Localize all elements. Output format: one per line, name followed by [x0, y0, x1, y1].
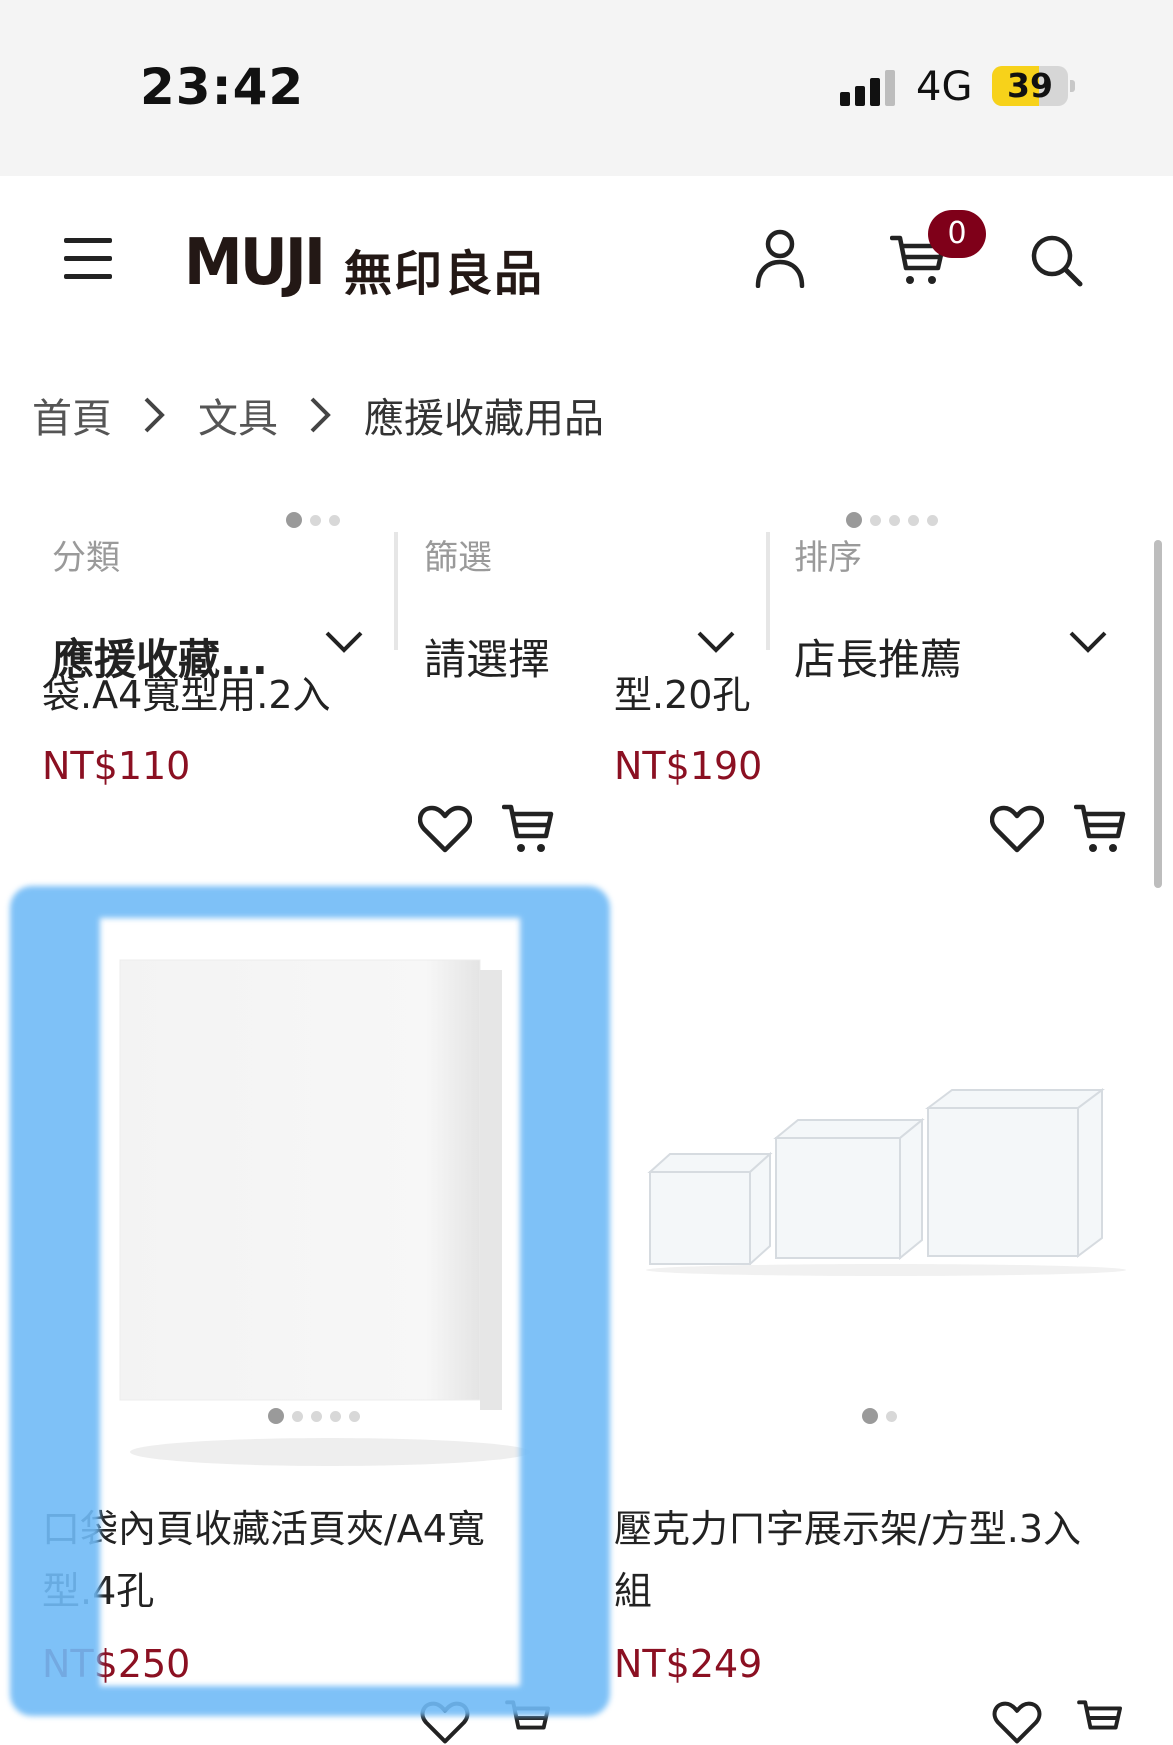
- add-to-cart-icon[interactable]: [1074, 1698, 1126, 1745]
- product-name[interactable]: 壓克力ㄇ字展示架/方型.3入: [614, 1498, 1081, 1560]
- filter-label: 篩選: [424, 538, 492, 578]
- product-price: NT$250: [42, 1642, 191, 1686]
- logo-en[interactable]: MUJI: [184, 226, 326, 300]
- search-icon[interactable]: [1030, 234, 1084, 288]
- product-name[interactable]: 口袋內頁收藏活頁夾/A4寬: [42, 1498, 485, 1560]
- add-to-cart-icon[interactable]: [502, 1698, 554, 1745]
- menu-icon[interactable]: [64, 238, 112, 280]
- breadcrumb-home[interactable]: 首頁: [32, 386, 112, 444]
- logo-cn[interactable]: 無印良品: [344, 234, 544, 304]
- filter-label: 排序: [794, 538, 862, 578]
- image-carousel-dots: [286, 512, 340, 528]
- breadcrumb-current: 應援收藏用品: [364, 396, 604, 442]
- image-carousel-dots: [862, 1408, 897, 1424]
- refine-filter[interactable]: 篩選 請選擇: [424, 530, 744, 684]
- chevron-down-icon: [697, 631, 735, 653]
- category-filter[interactable]: 分類 應援收藏...: [52, 530, 372, 684]
- product-price: NT$190: [614, 744, 763, 788]
- status-time: 23:42: [140, 58, 305, 116]
- chevron-right-icon: [308, 395, 332, 435]
- image-carousel-dots: [268, 1408, 360, 1424]
- heart-icon[interactable]: [990, 804, 1044, 854]
- divider: [394, 532, 398, 650]
- status-bar: 23:42 4G 39: [0, 0, 1173, 176]
- network-type: 4G: [916, 64, 973, 110]
- product-name-line2[interactable]: 型.4孔: [42, 1560, 154, 1622]
- product-price: NT$110: [42, 744, 191, 788]
- scrollbar[interactable]: [1154, 540, 1162, 888]
- divider: [766, 532, 770, 650]
- product-image[interactable]: [636, 1080, 1146, 1280]
- heart-icon[interactable]: [418, 804, 472, 854]
- chevron-down-icon: [1069, 631, 1107, 653]
- account-icon[interactable]: [754, 228, 806, 288]
- site-header: MUJI 無印良品: [0, 176, 1173, 346]
- heart-icon[interactable]: [990, 1700, 1044, 1745]
- breadcrumb: 首頁 文具 應援收藏用品: [32, 390, 604, 442]
- filter-value: 請選擇: [424, 635, 551, 684]
- image-carousel-dots: [846, 512, 938, 528]
- product-image[interactable]: [80, 920, 540, 1480]
- add-to-cart-icon[interactable]: [502, 802, 554, 856]
- sort-filter[interactable]: 排序 店長推薦: [794, 530, 1124, 684]
- chevron-right-icon: [142, 395, 166, 435]
- filter-label: 分類: [52, 538, 120, 578]
- chevron-down-icon: [325, 631, 363, 653]
- filter-value: 應援收藏...: [52, 635, 268, 684]
- battery-level: 39: [1007, 66, 1053, 105]
- product-name-line2[interactable]: 組: [614, 1560, 652, 1622]
- battery-icon: 39: [992, 66, 1068, 106]
- product-name[interactable]: 型.20孔: [614, 664, 750, 726]
- product-price: NT$249: [614, 1642, 763, 1686]
- cart-count-badge: 0: [928, 210, 986, 258]
- filter-bar: 分類 應援收藏... 篩選 請選擇 排序 店長推薦: [0, 500, 1173, 684]
- heart-icon[interactable]: [418, 1700, 472, 1745]
- filter-value: 店長推薦: [794, 635, 963, 684]
- signal-icon: [840, 70, 900, 106]
- breadcrumb-stationery[interactable]: 文具: [198, 386, 278, 444]
- battery-nub: [1070, 80, 1075, 92]
- add-to-cart-icon[interactable]: [1074, 802, 1126, 856]
